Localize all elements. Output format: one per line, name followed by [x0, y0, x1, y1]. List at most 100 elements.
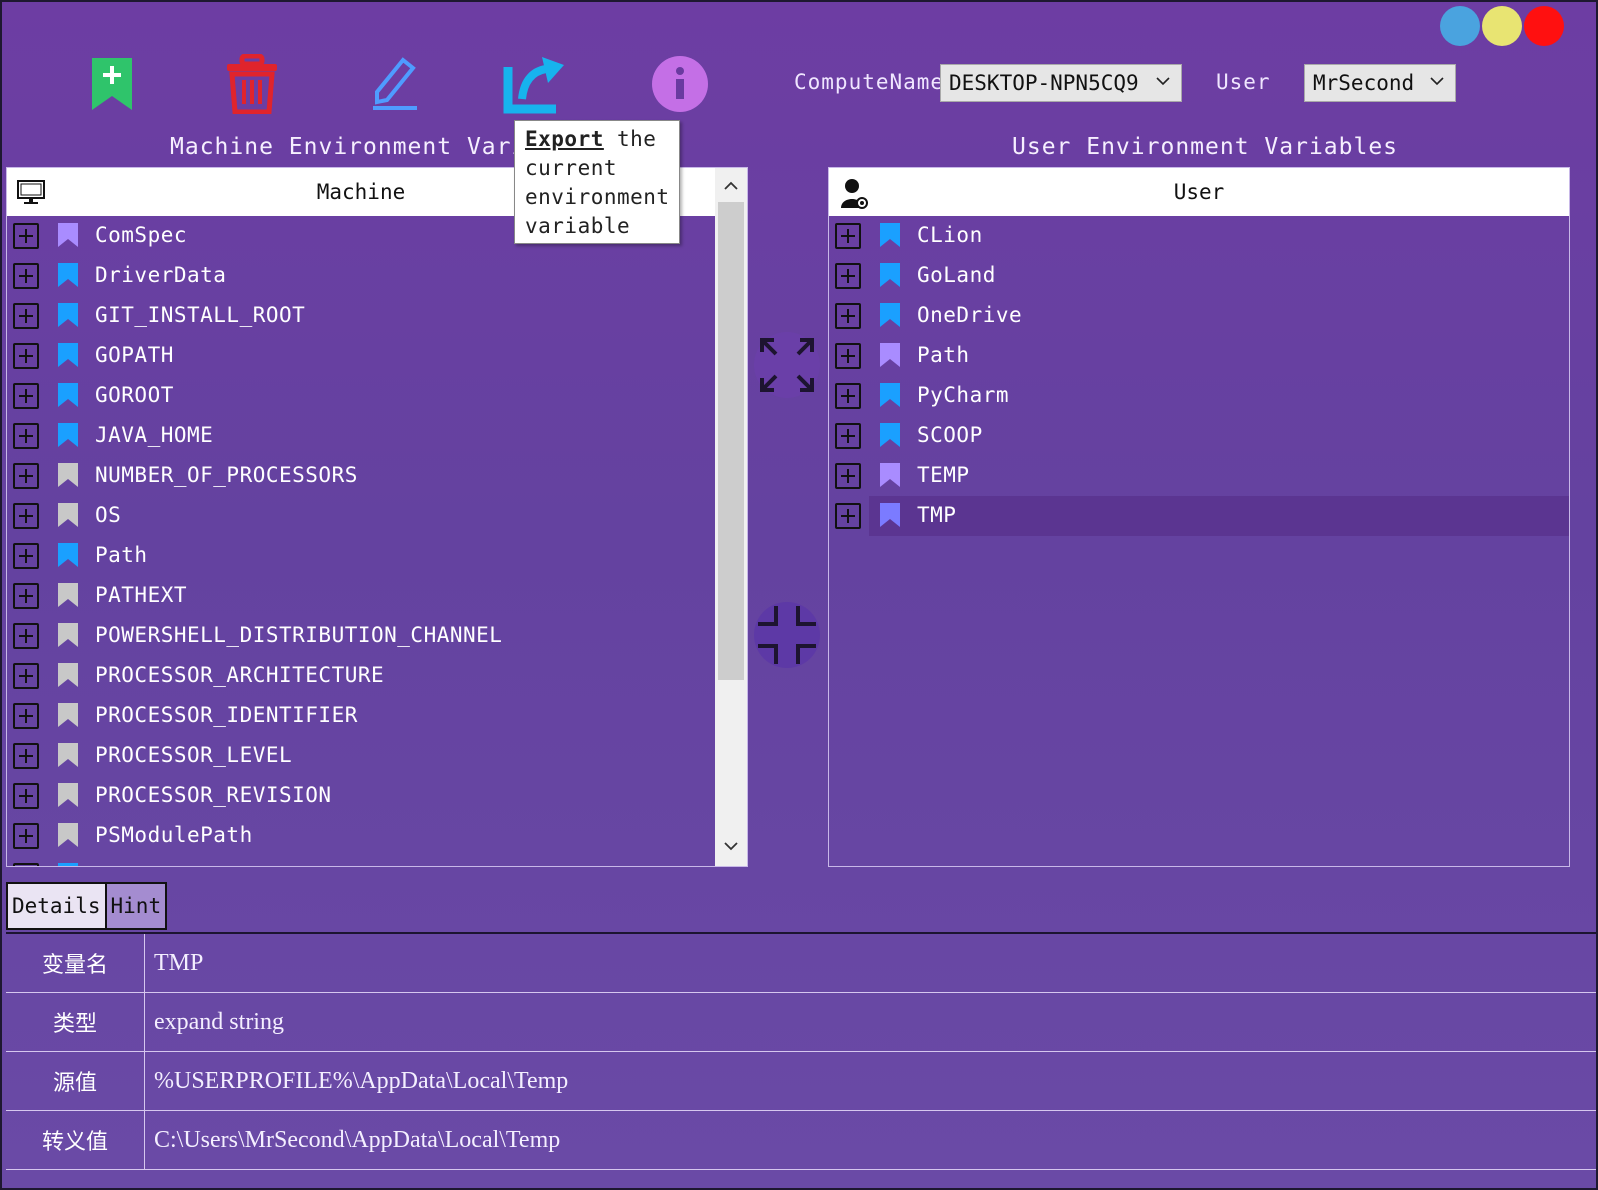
list-item[interactable]: OneDrive	[829, 296, 1569, 336]
expand-toggle[interactable]	[13, 503, 39, 529]
machine-variable-list: ComSpec DriverData GIT_INSTALL_ROOT GOPATH G…	[7, 216, 715, 866]
bookmark-icon	[880, 343, 900, 367]
compute-name-select[interactable]: DESKTOP-NPN5CQ9	[940, 64, 1182, 102]
list-item[interactable]: POWERSHELL_DISTRIBUTION_CHANNEL	[7, 616, 715, 656]
detail-key: 转义值	[6, 1111, 145, 1169]
bookmark-icon	[58, 583, 78, 607]
expand-toggle[interactable]	[13, 783, 39, 809]
list-item[interactable]: PSModulePath	[7, 816, 715, 856]
detail-tabs: Details Hint	[6, 882, 168, 930]
compute-name-value: DESKTOP-NPN5CQ9	[949, 71, 1139, 95]
maximize-button[interactable]	[1482, 6, 1522, 46]
minimize-button[interactable]	[1440, 6, 1480, 46]
expand-toggle[interactable]	[13, 703, 39, 729]
scroll-down-icon[interactable]	[723, 838, 739, 854]
list-item[interactable]: TEMP	[829, 456, 1569, 496]
detail-value[interactable]: TMP	[154, 934, 203, 992]
list-item[interactable]: Path	[829, 336, 1569, 376]
scroll-up-icon[interactable]	[723, 178, 739, 194]
list-item[interactable]: PROCESSOR_LEVEL	[7, 736, 715, 776]
add-variable-button[interactable]	[80, 52, 144, 116]
machine-scrollbar[interactable]	[715, 168, 747, 866]
expand-toggle[interactable]	[13, 223, 39, 249]
list-item[interactable]: JAVA_HOME	[7, 416, 715, 456]
expand-all-button[interactable]	[754, 332, 820, 398]
expand-toggle[interactable]	[13, 343, 39, 369]
expand-toggle[interactable]	[835, 223, 861, 249]
list-item[interactable]: SCOOP	[829, 416, 1569, 456]
user-select[interactable]: MrSecond	[1304, 64, 1456, 102]
expand-toggle[interactable]	[13, 423, 39, 449]
detail-key: 变量名	[6, 934, 145, 992]
expand-toggle[interactable]	[13, 583, 39, 609]
pencil-icon	[373, 57, 417, 110]
tooltip-bold: Export	[525, 127, 604, 151]
expand-toggle[interactable]	[13, 543, 39, 569]
list-item[interactable]: GOPATH	[7, 336, 715, 376]
variable-name: PROCESSOR_REVISION	[95, 783, 332, 807]
list-item[interactable]: TMP	[829, 496, 1569, 536]
tooltip-line1: the	[603, 127, 657, 151]
list-item[interactable]: NUMBER_OF_PROCESSORS	[7, 456, 715, 496]
expand-toggle[interactable]	[835, 463, 861, 489]
tooltip-line2: current	[525, 156, 618, 180]
machine-scroll-thumb[interactable]	[718, 202, 744, 680]
bookmark-icon	[58, 543, 78, 567]
list-item[interactable]: DriverData	[7, 256, 715, 296]
collapse-all-button[interactable]	[754, 602, 820, 668]
tab-hint[interactable]: Hint	[106, 882, 168, 930]
list-item[interactable]: PATHEXT	[7, 576, 715, 616]
detail-value[interactable]: expand string	[154, 993, 284, 1051]
bookmark-icon	[58, 663, 78, 687]
export-button[interactable]	[502, 52, 566, 116]
info-button[interactable]	[648, 52, 712, 116]
expand-toggle[interactable]	[835, 263, 861, 289]
app-window: ComputeName DESKTOP-NPN5CQ9 User MrSecon…	[0, 0, 1598, 1190]
bookmark-plus-icon	[92, 58, 132, 110]
detail-row: 变量名 TMP	[6, 934, 1596, 993]
bookmark-icon	[58, 863, 78, 866]
list-item[interactable]: PROCESSOR_REVISION	[7, 776, 715, 816]
detail-value[interactable]: %USERPROFILE%\AppData\Local\Temp	[154, 1052, 568, 1110]
expand-toggle[interactable]	[13, 623, 39, 649]
user-header-label: User	[1173, 180, 1225, 204]
list-item[interactable]: CLion	[829, 216, 1569, 256]
expand-toggle[interactable]	[835, 383, 861, 409]
expand-toggle[interactable]	[835, 503, 861, 529]
edit-variable-button[interactable]	[362, 52, 426, 116]
variable-name: OS	[95, 503, 122, 527]
bookmark-icon	[58, 463, 78, 487]
expand-toggle[interactable]	[13, 823, 39, 849]
list-item[interactable]: GOROOT	[7, 376, 715, 416]
expand-toggle[interactable]	[835, 303, 861, 329]
list-item[interactable]: PROCESSOR_ARCHITECTURE	[7, 656, 715, 696]
variable-name: GoLand	[917, 263, 996, 287]
close-button[interactable]	[1524, 6, 1564, 46]
compute-name-label: ComputeName	[794, 70, 945, 94]
expand-toggle[interactable]	[13, 463, 39, 489]
expand-toggle[interactable]	[13, 263, 39, 289]
tab-details[interactable]: Details	[6, 882, 107, 930]
list-item[interactable]: SCOOP_GLOBAL	[7, 856, 715, 866]
expand-toggle[interactable]	[13, 743, 39, 769]
expand-toggle[interactable]	[13, 303, 39, 329]
list-item[interactable]: PyCharm	[829, 376, 1569, 416]
expand-toggle[interactable]	[835, 343, 861, 369]
variable-name: OneDrive	[917, 303, 1023, 327]
list-item[interactable]: OS	[7, 496, 715, 536]
list-item[interactable]: Path	[7, 536, 715, 576]
expand-toggle[interactable]	[13, 383, 39, 409]
list-item[interactable]: PROCESSOR_IDENTIFIER	[7, 696, 715, 736]
user-list-header[interactable]: User	[829, 168, 1569, 216]
expand-toggle[interactable]	[13, 863, 39, 866]
expand-toggle[interactable]	[13, 663, 39, 689]
list-item[interactable]: GoLand	[829, 256, 1569, 296]
user-section-title: User Environment Variables	[1012, 134, 1399, 160]
expand-toggle[interactable]	[835, 423, 861, 449]
list-item[interactable]: GIT_INSTALL_ROOT	[7, 296, 715, 336]
variable-name: GOPATH	[95, 343, 174, 367]
bookmark-icon	[880, 263, 900, 287]
delete-variable-button[interactable]	[220, 52, 284, 116]
detail-value[interactable]: C:\Users\MrSecond\AppData\Local\Temp	[154, 1111, 560, 1169]
user-variables-panel: User CLion GoLand OneDrive Path PyCharm SCOOP…	[828, 167, 1570, 867]
